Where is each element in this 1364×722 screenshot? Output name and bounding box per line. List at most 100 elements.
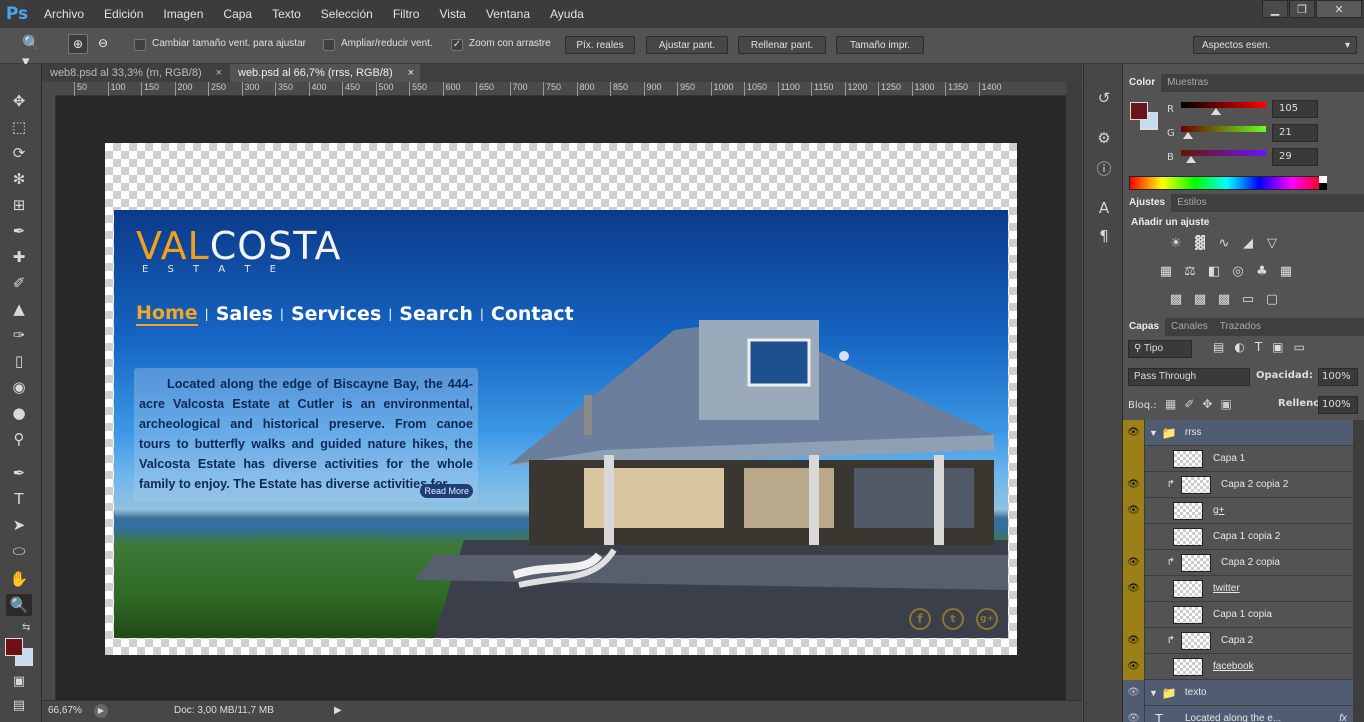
smart-object-filter-icon[interactable]: ▭ — [1294, 340, 1305, 354]
3d-panel-icon[interactable]: ⚙ — [1094, 128, 1114, 148]
posterize-icon[interactable]: ▩ — [1191, 292, 1209, 307]
marquee-tool-icon[interactable]: ⬚ — [6, 116, 32, 138]
blur-tool-icon[interactable]: ● — [6, 402, 32, 424]
tab-swatches[interactable]: Muestras — [1161, 74, 1214, 92]
menu-ayuda[interactable]: Ayuda — [540, 7, 594, 21]
gradient-map-icon[interactable]: ▢ — [1263, 292, 1281, 307]
hand-tool-icon[interactable]: ✋ — [6, 568, 32, 590]
color-lookup-icon[interactable]: ▦ — [1277, 264, 1295, 279]
threshold-icon[interactable]: ▩ — [1215, 292, 1233, 307]
color-foreground-swatch[interactable] — [1130, 102, 1148, 120]
r-slider-handle[interactable] — [1211, 108, 1221, 115]
ellipse-tool-icon[interactable]: ⬭ — [6, 540, 32, 562]
paragraph-panel-icon[interactable]: ¶ — [1094, 226, 1114, 246]
paint-bucket-tool-icon[interactable]: ◉ — [6, 376, 32, 398]
path-selection-tool-icon[interactable]: ➤ — [6, 514, 32, 536]
layer-capa-1-copia[interactable]: Capa 1 copia — [1123, 601, 1353, 628]
workspace-select[interactable]: Aspectos esen. ▾ — [1193, 36, 1357, 54]
eye-icon[interactable]: 👁 — [1123, 497, 1145, 524]
brush-tool-icon[interactable]: ✐ — [6, 272, 32, 294]
read-more-button[interactable]: Read More — [420, 484, 473, 498]
nav-search[interactable]: Search — [399, 303, 473, 325]
levels-icon[interactable]: ▓ — [1191, 236, 1209, 251]
tab-paths[interactable]: Trazados — [1214, 318, 1267, 336]
r-slider[interactable] — [1181, 102, 1266, 108]
g-slider[interactable] — [1181, 126, 1266, 132]
photo-filter-icon[interactable]: ◎ — [1229, 264, 1247, 279]
twitter-icon[interactable]: t — [942, 608, 964, 630]
zoom-in-icon[interactable]: ⊕ — [68, 34, 88, 54]
black-white-icon[interactable]: ◧ — [1205, 264, 1223, 279]
lock-position-icon[interactable]: ✥ — [1202, 397, 1212, 411]
menu-vista[interactable]: Vista — [429, 7, 475, 21]
chevron-down-icon[interactable]: ▼ — [1149, 688, 1158, 698]
tab-web[interactable]: web.psd al 66,7% (rrss, RGB/8) × — [230, 64, 420, 82]
layer-facebook[interactable]: 👁 facebook — [1123, 653, 1353, 680]
screen-mode-icon[interactable]: ▤ — [6, 694, 32, 716]
healing-brush-tool-icon[interactable]: ✚ — [6, 246, 32, 268]
status-menu-icon[interactable]: ▶ — [334, 705, 342, 716]
zoom-all-checkbox[interactable] — [323, 39, 335, 51]
layer-capa-1[interactable]: Capa 1 — [1123, 445, 1353, 472]
layer-capa-2-copia-2[interactable]: 👁 ↱ Capa 2 copia 2 — [1123, 471, 1353, 498]
layer-filter-select[interactable]: ⚲ Tipo — [1128, 340, 1192, 358]
eraser-tool-icon[interactable]: ▯ — [6, 350, 32, 372]
swap-colors-icon[interactable]: ⇆ — [22, 622, 30, 633]
menu-texto[interactable]: Texto — [262, 7, 311, 21]
fill-screen-button[interactable]: Rellenar pant. — [738, 36, 826, 54]
eye-icon-hidden[interactable] — [1123, 601, 1145, 628]
crop-tool-icon[interactable]: ⊞ — [6, 194, 32, 216]
lasso-tool-icon[interactable]: ⟳ — [6, 142, 32, 164]
chevron-down-icon[interactable]: ▼ — [1149, 428, 1158, 438]
eye-icon[interactable]: 👁 — [1123, 549, 1145, 576]
nav-contact[interactable]: Contact — [491, 303, 574, 325]
lock-transparency-icon[interactable]: ▦ — [1165, 397, 1176, 411]
actual-pixels-button[interactable]: Píx. reales — [565, 36, 635, 54]
lock-pixels-icon[interactable]: ✐ — [1184, 397, 1194, 411]
shape-filter-icon[interactable]: ▣ — [1272, 340, 1283, 354]
history-panel-icon[interactable]: ↺ — [1094, 88, 1114, 108]
eye-icon[interactable]: 👁 — [1123, 575, 1145, 602]
scrubby-zoom-checkbox[interactable]: ✓ — [451, 39, 463, 51]
pixel-filter-icon[interactable]: ▤ — [1213, 340, 1224, 354]
eye-icon[interactable]: 👁 — [1123, 679, 1145, 706]
color-balance-icon[interactable]: ⚖ — [1181, 264, 1199, 279]
tab-channels[interactable]: Canales — [1165, 318, 1214, 336]
menu-imagen[interactable]: Imagen — [153, 7, 213, 21]
fit-screen-button[interactable]: Ajustar pant. — [646, 36, 728, 54]
tab-web8[interactable]: web8.psd al 33,3% (m, RGB/8) × — [42, 64, 228, 82]
blend-mode-select[interactable]: Pass Through — [1128, 368, 1250, 386]
fill-input[interactable]: 100% — [1318, 396, 1358, 414]
menu-filtro[interactable]: Filtro — [383, 7, 430, 21]
history-brush-tool-icon[interactable]: ✑ — [6, 324, 32, 346]
b-slider-handle[interactable] — [1186, 156, 1196, 163]
nav-services[interactable]: Services — [291, 303, 381, 325]
restore-button[interactable]: ❐ — [1289, 0, 1315, 18]
info-panel-icon[interactable]: ⓘ — [1094, 158, 1114, 178]
type-filter-icon[interactable]: T — [1255, 340, 1262, 354]
eye-icon[interactable]: 👁 — [1123, 420, 1145, 446]
layer-capa-1-copia-2[interactable]: Capa 1 copia 2 — [1123, 523, 1353, 550]
black-white-ramp[interactable] — [1319, 176, 1327, 190]
type-tool-icon[interactable]: T — [6, 488, 32, 510]
layer-text-located[interactable]: 👁 T Located along the e... fx — [1123, 705, 1353, 722]
curves-icon[interactable]: ∿ — [1215, 236, 1233, 251]
ruler-origin[interactable] — [42, 82, 56, 96]
invert-icon[interactable]: ▩ — [1167, 292, 1185, 307]
vibrance-icon[interactable]: ▽ — [1263, 236, 1281, 251]
exposure-icon[interactable]: ◢ — [1239, 236, 1257, 251]
layer-group-texto[interactable]: 👁 ▼ 📁 texto — [1123, 679, 1353, 706]
menu-ventana[interactable]: Ventana — [476, 7, 540, 21]
nav-home[interactable]: Home — [136, 302, 198, 326]
menu-archivo[interactable]: Archivo — [34, 7, 94, 21]
foreground-color-swatch[interactable] — [5, 638, 23, 656]
layer-twitter[interactable]: 👁 twitter — [1123, 575, 1353, 602]
resize-windows-checkbox[interactable] — [134, 39, 146, 51]
close-icon[interactable]: × — [408, 67, 414, 79]
quick-mask-icon[interactable]: ▣ — [6, 670, 32, 692]
zoom-tool-preset-icon[interactable]: 🔍▾ — [22, 34, 44, 70]
r-value[interactable]: 105 — [1272, 100, 1318, 118]
character-panel-icon[interactable]: A — [1094, 198, 1114, 218]
menu-edicion[interactable]: Edición — [94, 7, 153, 21]
eye-icon-hidden[interactable] — [1123, 445, 1145, 472]
